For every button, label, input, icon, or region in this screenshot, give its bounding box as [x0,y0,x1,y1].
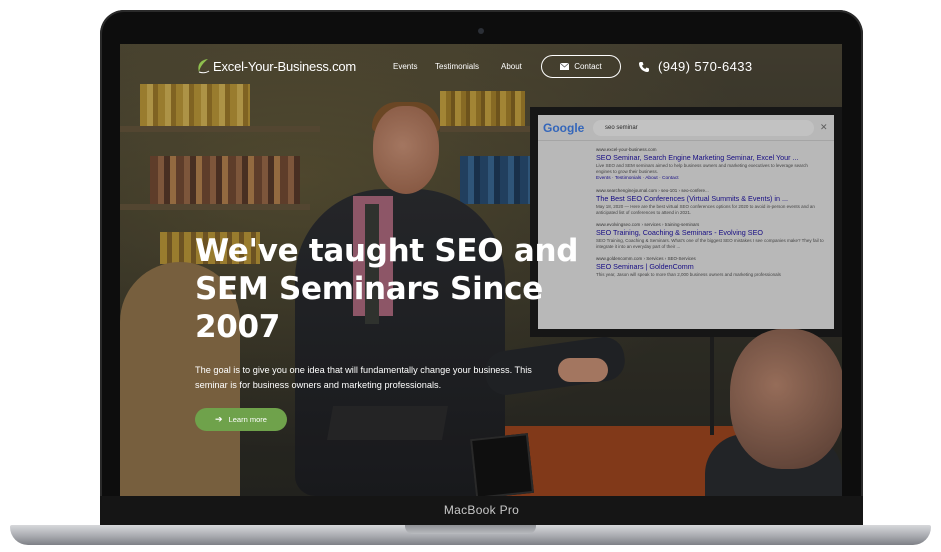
phone-icon [639,61,649,72]
contact-label: Contact [574,62,602,71]
nav-link-events[interactable]: Events [393,62,417,71]
brand-name: Excel-Your-Business.com [213,58,357,74]
nav-link-about[interactable]: About [501,62,522,71]
laptop-chin: MacBook Pro [100,496,863,525]
learn-more-button[interactable]: ➔ Learn more [195,408,287,431]
hero-subtitle: The goal is to give you one idea that wi… [195,365,532,390]
webcam [478,28,484,34]
swoosh-logo-icon [195,57,211,75]
device-label: MacBook Pro [443,503,520,517]
phone-number-link[interactable]: (949) 570-6433 [638,59,753,74]
envelope-icon [560,63,570,70]
brand-logo[interactable]: Excel-Your-Business.com [195,57,356,75]
phone-number: (949) 570-6433 [658,59,753,74]
site-header: Excel-Your-Business.com Events Testimoni… [120,44,842,90]
contact-button[interactable]: Contact [541,55,621,78]
arrow-right-icon: ➔ [215,414,223,424]
nav-link-testimonials[interactable]: Testimonials [435,62,479,71]
laptop-notch [405,525,536,534]
hero-title: We've taught SEO and SEM Seminars Since … [195,233,579,345]
laptop-screen: Google seo seminar ✕ www.excel-your-busi… [120,44,842,496]
learn-more-label: Learn more [228,415,267,424]
